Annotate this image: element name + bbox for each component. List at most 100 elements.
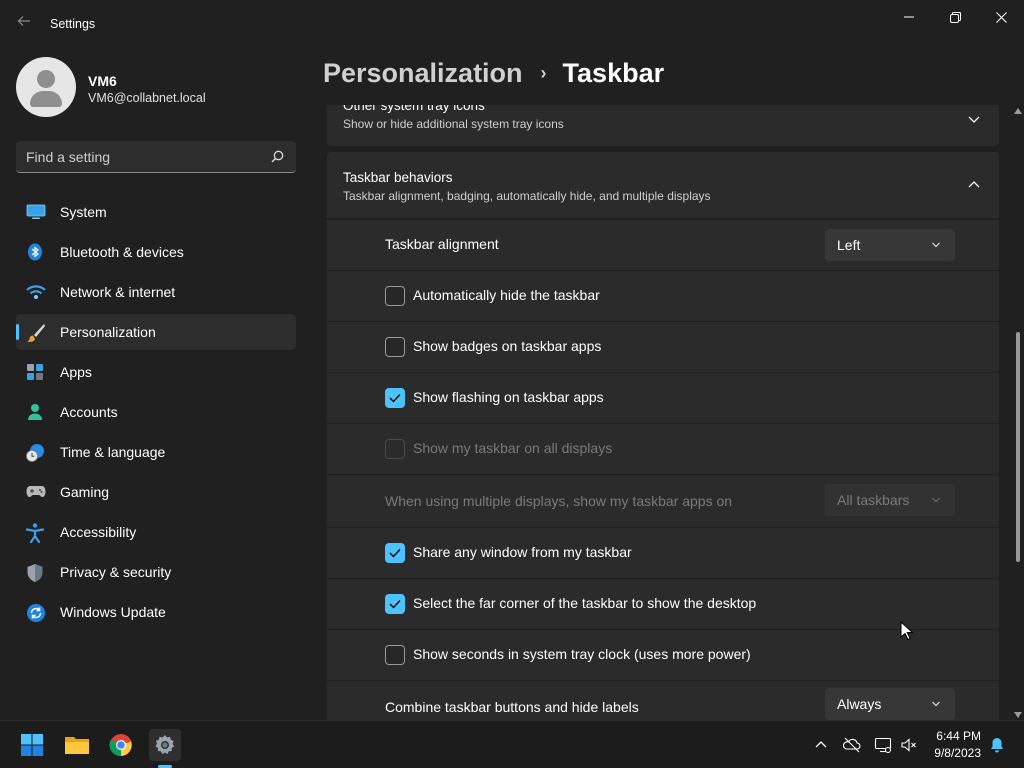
- profile-name: VM6: [88, 73, 117, 89]
- badges-checkbox[interactable]: [385, 337, 405, 357]
- onedrive-offline-icon[interactable]: [843, 736, 861, 754]
- back-arrow-icon[interactable]: [14, 14, 34, 34]
- mouse-cursor-icon: [900, 621, 914, 641]
- restore-button[interactable]: [932, 6, 978, 28]
- clock-date[interactable]: 9/8/2023: [927, 746, 981, 760]
- setting-label: Show flashing on taskbar apps: [413, 389, 604, 405]
- far-corner-checkbox[interactable]: [385, 594, 405, 614]
- badges-row[interactable]: Show badges on taskbar apps: [327, 322, 999, 372]
- setting-label: Show seconds in system tray clock (uses …: [413, 646, 751, 662]
- taskbar-behaviors-section[interactable]: Taskbar behaviors Taskbar alignment, bad…: [327, 152, 999, 218]
- chevron-down-icon: [932, 701, 940, 707]
- wifi-icon: [26, 283, 46, 301]
- minimize-icon: [904, 16, 914, 18]
- sidebar-item-label: Network & internet: [60, 284, 176, 300]
- sidebar-item-bluetooth[interactable]: Bluetooth & devices: [16, 234, 296, 270]
- all-displays-row: Show my taskbar on all displays: [327, 424, 999, 474]
- volume-muted-icon[interactable]: [900, 736, 918, 754]
- all-displays-checkbox: [385, 439, 405, 459]
- share-window-row[interactable]: Share any window from my taskbar: [327, 528, 999, 578]
- seconds-checkbox[interactable]: [385, 645, 405, 665]
- setting-label: Share any window from my taskbar: [413, 544, 632, 560]
- taskbar-alignment-row: Taskbar alignment Left: [327, 220, 999, 270]
- clock-globe-icon: [26, 443, 44, 462]
- bluetooth-icon: [26, 243, 44, 261]
- settings-content: Other system tray icons Show or hide add…: [327, 105, 999, 720]
- combine-buttons-dropdown[interactable]: Always: [825, 688, 955, 720]
- vertical-scrollbar[interactable]: [1012, 108, 1024, 718]
- setting-label: When using multiple displays, show my ta…: [385, 493, 733, 509]
- sidebar-item-label: Apps: [60, 364, 92, 380]
- file-explorer-taskbar-button[interactable]: [61, 729, 93, 761]
- auto-hide-row[interactable]: Automatically hide the taskbar: [327, 271, 999, 321]
- profile-email: VM6@collabnet.local: [88, 91, 206, 105]
- sidebar-item-label: Accessibility: [60, 524, 137, 540]
- flashing-checkbox[interactable]: [385, 388, 405, 408]
- sidebar-item-label: Bluetooth & devices: [60, 244, 184, 260]
- chevron-right-icon: ›: [540, 63, 547, 83]
- setting-label: Show my taskbar on all displays: [413, 440, 613, 456]
- sidebar-item-apps[interactable]: Apps: [16, 354, 296, 390]
- system-icon: [26, 203, 46, 221]
- tray-icons-section[interactable]: Other system tray icons Show or hide add…: [327, 105, 999, 146]
- taskbar: 6:44 PM 9/8/2023: [0, 720, 1024, 768]
- section-title: Other system tray icons: [343, 105, 485, 113]
- multi-display-row: When using multiple displays, show my ta…: [327, 475, 999, 527]
- minimize-button[interactable]: [886, 6, 932, 28]
- accounts-icon: [26, 403, 44, 421]
- search-box[interactable]: [16, 141, 296, 173]
- page-title: Taskbar: [562, 58, 665, 88]
- gamepad-icon: [26, 483, 46, 501]
- avatar: [16, 57, 76, 117]
- sidebar-item-label: Gaming: [60, 484, 110, 500]
- accessibility-icon: [25, 523, 45, 544]
- search-input[interactable]: [26, 148, 266, 166]
- notification-bell-icon[interactable]: [988, 736, 1006, 754]
- sidebar-item-personalization[interactable]: Personalization: [16, 314, 296, 350]
- sidebar-item-label: Personalization: [60, 324, 156, 340]
- sidebar-item-accessibility[interactable]: Accessibility: [16, 514, 296, 550]
- taskbar-alignment-dropdown[interactable]: Left: [825, 229, 955, 261]
- flashing-row[interactable]: Show flashing on taskbar apps: [327, 373, 999, 423]
- chevron-down-icon[interactable]: [967, 112, 981, 126]
- close-icon: [995, 11, 1007, 23]
- title-bar: Settings: [0, 0, 1024, 48]
- sidebar-item-privacy-security[interactable]: Privacy & security: [16, 554, 296, 590]
- sidebar-item-network[interactable]: Network & internet: [16, 274, 296, 310]
- scroll-thumb[interactable]: [1016, 332, 1020, 562]
- close-button[interactable]: [978, 6, 1024, 28]
- chevron-down-icon: [932, 497, 940, 503]
- sidebar-item-windows-update[interactable]: Windows Update: [16, 594, 296, 630]
- clock-time[interactable]: 6:44 PM: [935, 729, 981, 743]
- breadcrumb: Personalization › Taskbar: [323, 58, 664, 89]
- sidebar-item-system[interactable]: System: [16, 194, 296, 230]
- section-subtitle: Show or hide additional system tray icon…: [343, 117, 564, 131]
- chevron-up-icon[interactable]: [967, 178, 981, 192]
- auto-hide-checkbox[interactable]: [385, 286, 405, 306]
- chrome-taskbar-button[interactable]: [105, 729, 137, 761]
- start-button[interactable]: [16, 729, 48, 761]
- sidebar-item-label: Privacy & security: [60, 564, 172, 580]
- far-corner-row[interactable]: Select the far corner of the taskbar to …: [327, 579, 999, 629]
- settings-taskbar-button[interactable]: [149, 729, 181, 761]
- setting-label: Taskbar alignment: [385, 236, 499, 252]
- scroll-up-arrow-icon[interactable]: [1014, 108, 1022, 114]
- sidebar-item-accounts[interactable]: Accounts: [16, 394, 296, 430]
- sidebar-item-gaming[interactable]: Gaming: [16, 474, 296, 510]
- breadcrumb-parent-link[interactable]: Personalization: [323, 58, 523, 89]
- search-icon[interactable]: [271, 150, 284, 168]
- sidebar-item-time-language[interactable]: Time & language: [16, 434, 296, 470]
- share-window-checkbox[interactable]: [385, 543, 405, 563]
- chevron-up-icon[interactable]: [812, 736, 830, 754]
- section-subtitle: Taskbar alignment, badging, automaticall…: [343, 189, 711, 203]
- setting-label: Combine taskbar buttons and hide labels: [385, 699, 639, 715]
- dropdown-value: Always: [837, 696, 882, 712]
- apps-icon: [26, 363, 44, 381]
- seconds-row[interactable]: Show seconds in system tray clock (uses …: [327, 630, 999, 680]
- checkmark-icon: [389, 600, 401, 609]
- network-icon[interactable]: [874, 736, 892, 754]
- scroll-down-arrow-icon[interactable]: [1014, 712, 1022, 718]
- checkmark-icon: [389, 549, 401, 558]
- file-explorer-icon: [65, 737, 89, 754]
- user-profile[interactable]: VM6 VM6@collabnet.local: [16, 57, 306, 117]
